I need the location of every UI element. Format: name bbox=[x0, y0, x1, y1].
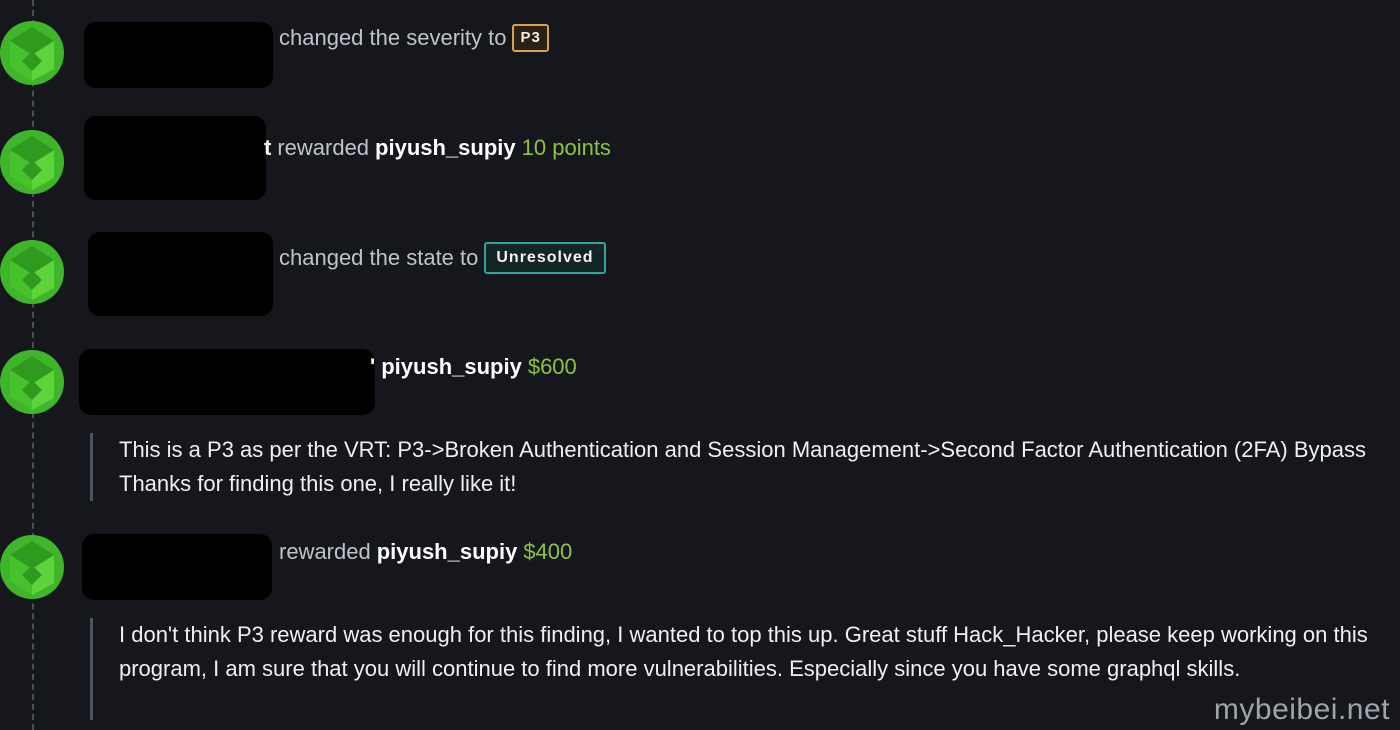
activity-bounty-reward: rewarded piyush_supiy $400 bbox=[279, 537, 572, 567]
user-avatar[interactable] bbox=[0, 21, 64, 85]
activity-severity-change: changed the severity to P3 bbox=[279, 23, 549, 53]
watermark: mybeibei.net bbox=[1213, 693, 1390, 726]
reward-amount: $400 bbox=[523, 539, 573, 564]
reward-amount: 10 points bbox=[521, 135, 611, 160]
state-badge: Unresolved bbox=[484, 242, 606, 274]
redacted-username bbox=[84, 22, 273, 88]
green-geometric-avatar-icon bbox=[0, 350, 64, 414]
username-fragment: t bbox=[264, 135, 272, 160]
green-geometric-avatar-icon bbox=[0, 240, 64, 304]
activity-state-change: changed the state to Unresolved bbox=[279, 242, 606, 274]
green-geometric-avatar-icon bbox=[0, 21, 64, 85]
activity-points-reward: t rewarded piyush_supiy 10 points bbox=[264, 133, 611, 163]
green-geometric-avatar-icon bbox=[0, 130, 64, 194]
severity-badge: P3 bbox=[512, 24, 549, 52]
green-geometric-avatar-icon bbox=[0, 535, 64, 599]
recipient-username[interactable]: piyush_supiy bbox=[381, 352, 522, 382]
redacted-username bbox=[79, 349, 375, 415]
user-avatar[interactable] bbox=[0, 240, 64, 304]
reward-amount: $600 bbox=[527, 354, 577, 379]
username-fragment: ' bbox=[370, 354, 376, 379]
reward-comment: This is a P3 as per the VRT: P3->Broken … bbox=[90, 433, 1380, 501]
redacted-username bbox=[88, 232, 273, 316]
activity-action-text: rewarded bbox=[277, 135, 370, 160]
user-avatar[interactable] bbox=[0, 350, 64, 414]
activity-action-text: changed the severity to bbox=[279, 25, 507, 50]
activity-bounty-reward: ' piyush_supiy $600 bbox=[370, 352, 577, 382]
recipient-username[interactable]: piyush_supiy bbox=[375, 133, 516, 163]
activity-action-text: changed the state to bbox=[279, 245, 479, 270]
user-avatar[interactable] bbox=[0, 130, 64, 194]
activity-action-text: rewarded bbox=[279, 539, 371, 564]
reward-comment: I don't think P3 reward was enough for t… bbox=[90, 618, 1380, 720]
user-avatar[interactable] bbox=[0, 535, 64, 599]
redacted-username bbox=[82, 534, 272, 600]
redacted-username bbox=[84, 116, 266, 200]
recipient-username[interactable]: piyush_supiy bbox=[377, 537, 518, 567]
